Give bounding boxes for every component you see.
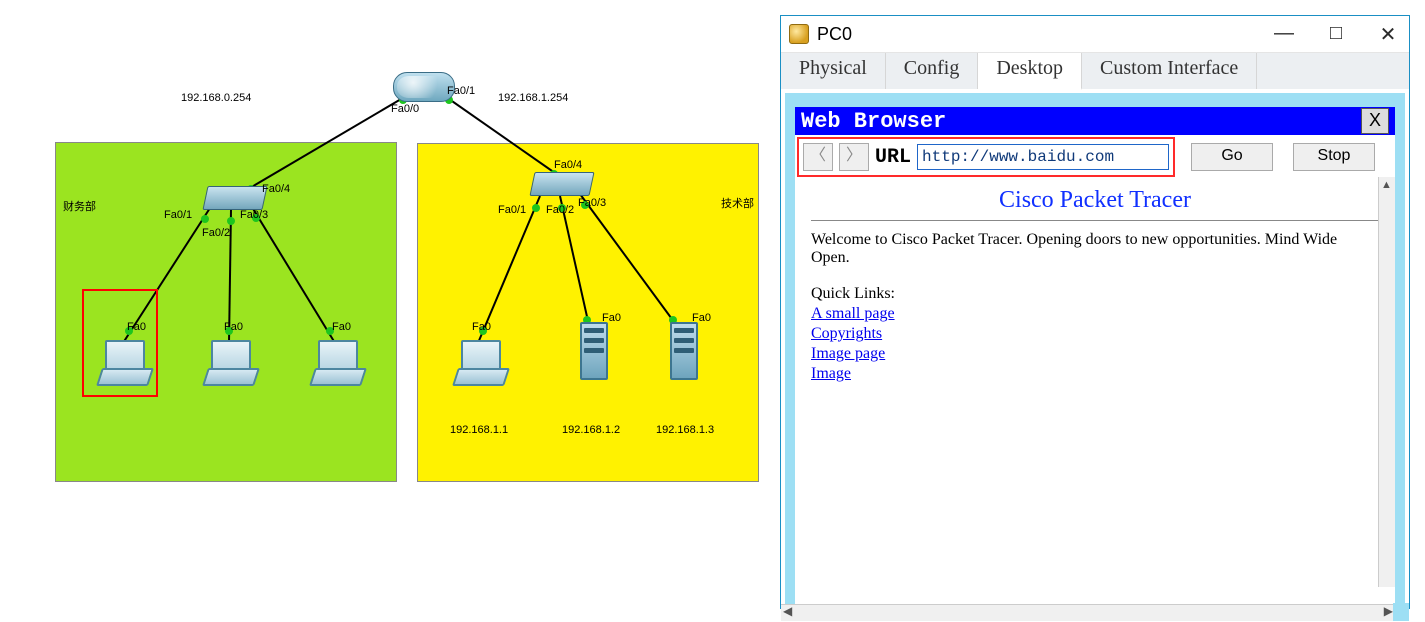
window-minimize[interactable]: — [1271,22,1297,47]
pc-left-1-if: Fa0 [127,322,146,333]
tab-custom[interactable]: Custom Interface [1082,53,1257,89]
pc-left-2[interactable] [205,340,253,384]
gateway-right: 192.168.1.254 [498,93,568,104]
back-button[interactable]: 〈 [803,143,833,171]
pc-left-3-if: Fa0 [332,322,351,333]
divider [811,220,1379,221]
router[interactable] [393,72,455,102]
switch-left-fa03: Fa0/3 [240,210,268,221]
vertical-scrollbar[interactable] [1378,177,1395,587]
url-input[interactable] [917,144,1169,170]
app-icon [789,24,809,44]
titlebar[interactable]: PC0 — □ ✕ [781,16,1409,53]
web-browser-close[interactable]: X [1361,108,1389,134]
server-right-1-if: Fa0 [602,313,621,324]
switch-right-fa03: Fa0/3 [578,198,606,209]
gateway-left: 192.168.0.254 [181,93,251,104]
switch-right[interactable] [532,172,592,196]
url-bar-highlight: 〈 〉 URL [797,137,1175,177]
pc0-window: PC0 — □ ✕ Physical Config Desktop Custom… [780,15,1410,609]
topology-canvas[interactable]: 财务部 技术部 Fa0/0 Fa0/1 192.168.0.254 192.16… [0,0,780,622]
switch-right-fa01: Fa0/1 [498,205,526,216]
pc-left-3[interactable] [312,340,360,384]
ip-right-2: 192.168.1.2 [562,425,620,436]
quick-links-label: Quick Links: [811,285,1379,303]
link-image-page[interactable]: Image page [811,345,885,363]
web-browser-titlebar[interactable]: Web Browser X [795,107,1395,135]
switch-right-fa04: Fa0/4 [554,160,582,171]
horizontal-scrollbar[interactable] [781,604,1395,621]
resize-grip-icon[interactable] [1393,603,1409,621]
router-port-fa00: Fa0/0 [391,104,419,115]
rendered-page: Cisco Packet Tracer Welcome to Cisco Pac… [795,179,1395,391]
web-browser-title: Web Browser [801,109,946,134]
desktop-app-frame: Web Browser X 〈 〉 URL Go Stop Cisco Pack… [785,93,1405,617]
go-button[interactable]: Go [1191,143,1273,171]
link-image[interactable]: Image [811,365,851,383]
switch-right-fa02: Fa0/2 [546,205,574,216]
page-body: Welcome to Cisco Packet Tracer. Opening … [811,231,1379,267]
switch-left-fa02: Fa0/2 [202,228,230,239]
pc-left-2-if: Fa0 [224,322,243,333]
pc-right-1[interactable] [455,340,503,384]
server-right-1[interactable] [580,322,608,380]
server-right-2[interactable] [670,322,698,380]
window-close[interactable]: ✕ [1375,22,1401,47]
tab-desktop[interactable]: Desktop [978,53,1082,90]
ip-right-3: 192.168.1.3 [656,425,714,436]
pc-right-1-if: Fa0 [472,322,491,333]
switch-left-fa01: Fa0/1 [164,210,192,221]
link-copyrights[interactable]: Copyrights [811,325,882,343]
tab-config[interactable]: Config [886,53,979,89]
tab-bar: Physical Config Desktop Custom Interface [781,53,1409,89]
pc-left-1[interactable] [99,340,147,384]
stop-button[interactable]: Stop [1293,143,1375,171]
forward-button[interactable]: 〉 [839,143,869,171]
window-title: PC0 [817,24,852,45]
window-maximize[interactable]: □ [1323,22,1349,47]
ip-right-1: 192.168.1.1 [450,425,508,436]
router-port-fa01: Fa0/1 [447,86,475,97]
link-small-page[interactable]: A small page [811,305,895,323]
tab-physical[interactable]: Physical [781,53,886,89]
page-heading: Cisco Packet Tracer [811,187,1379,214]
url-label: URL [875,146,911,169]
switch-left-fa04: Fa0/4 [262,184,290,195]
server-right-2-if: Fa0 [692,313,711,324]
switch-left[interactable] [205,186,265,210]
